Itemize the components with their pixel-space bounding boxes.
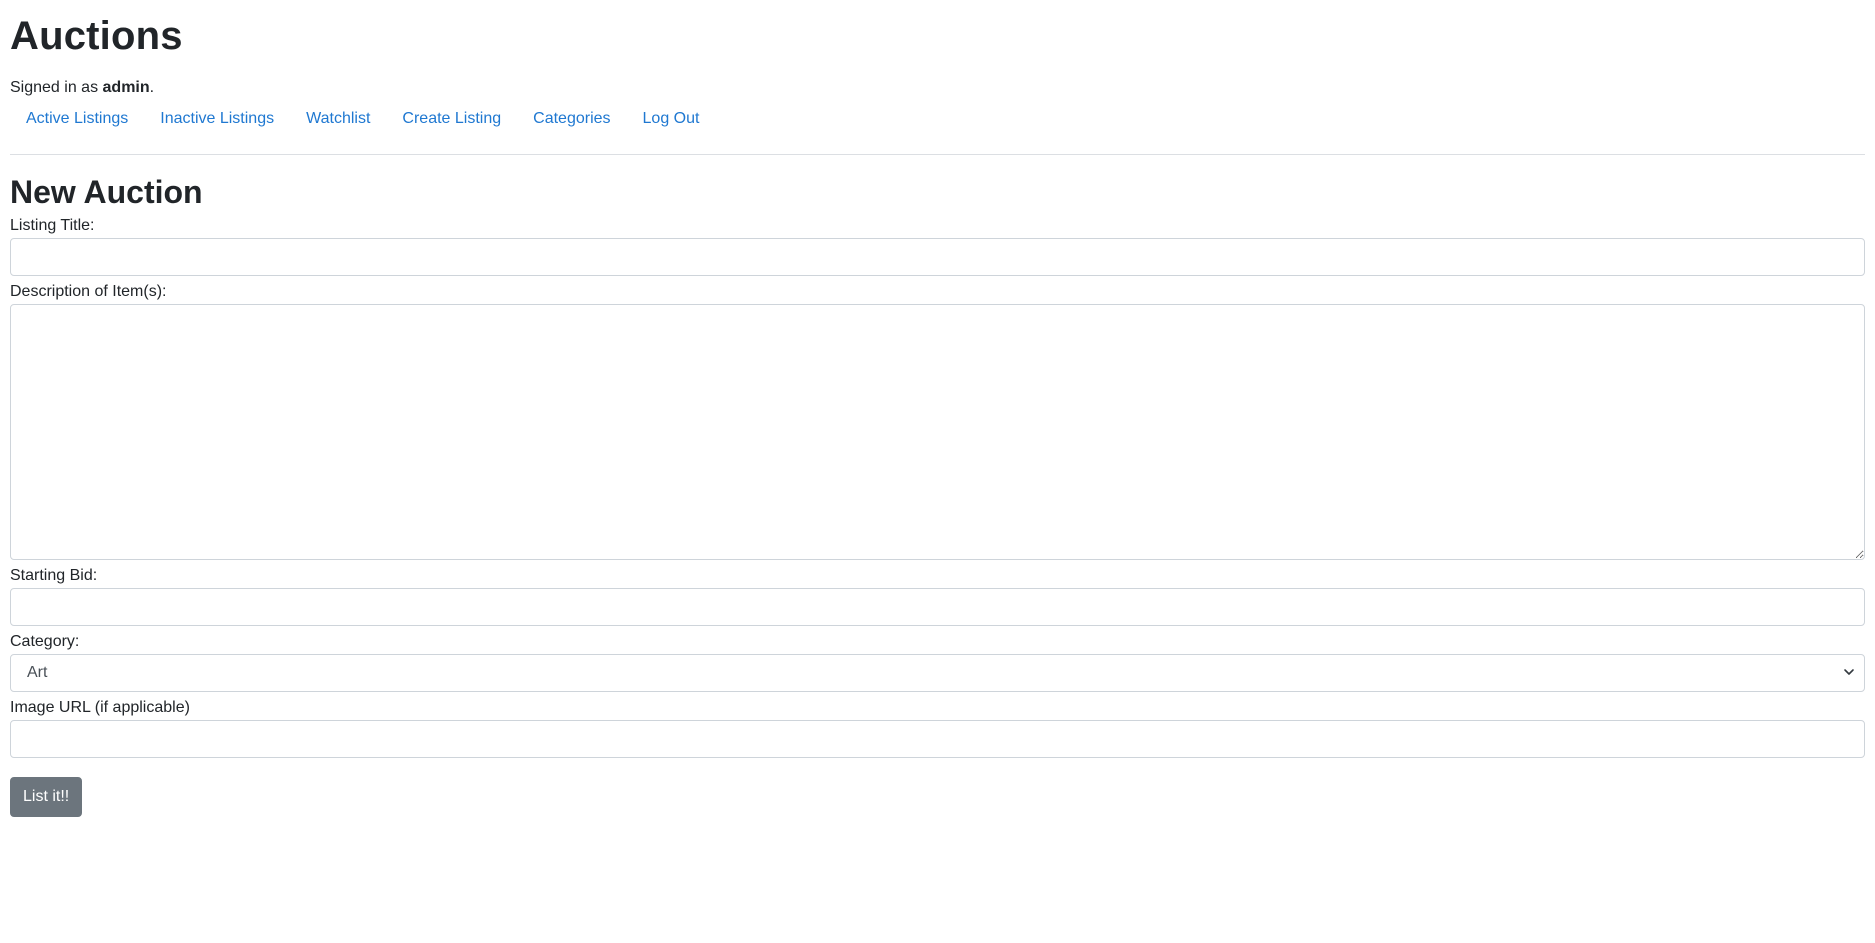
main-nav: Active Listings Inactive Listings Watchl… (10, 104, 1865, 136)
nav-watchlist[interactable]: Watchlist (290, 104, 386, 136)
starting-bid-label: Starting Bid: (10, 567, 98, 584)
starting-bid-input[interactable] (10, 588, 1865, 626)
signed-in-suffix: . (149, 79, 155, 96)
list-it-button[interactable]: List it!! (10, 777, 83, 817)
header-divider (10, 154, 1865, 155)
listing-title-input[interactable] (10, 238, 1865, 276)
form-title: New Auction (10, 174, 203, 210)
username: admin (102, 79, 150, 96)
category-label: Category: (10, 633, 80, 650)
nav-inactive-listings[interactable]: Inactive Listings (144, 104, 290, 136)
image-url-input[interactable] (10, 720, 1865, 758)
category-selected-value: Art (10, 654, 1865, 692)
signed-in-prefix: Signed in as (10, 79, 103, 96)
nav-log-out[interactable]: Log Out (627, 104, 716, 136)
image-url-label: Image URL (if applicable) (10, 699, 190, 716)
category-select[interactable]: Art (10, 654, 1865, 692)
signed-in-status: Signed in as admin. (10, 78, 1865, 98)
page: Auctions Signed in as admin. Active List… (0, 0, 1875, 943)
description-label: Description of Item(s): (10, 283, 167, 300)
new-auction-form: Listing Title: Description of Item(s): S… (10, 216, 1865, 817)
chevron-down-icon (1844, 669, 1854, 675)
description-textarea[interactable] (10, 304, 1865, 560)
nav-active-listings[interactable]: Active Listings (10, 104, 144, 136)
site-title: Auctions (10, 14, 183, 58)
nav-create-listing[interactable]: Create Listing (386, 104, 517, 136)
listing-title-label: Listing Title: (10, 217, 95, 234)
nav-categories[interactable]: Categories (517, 104, 626, 136)
